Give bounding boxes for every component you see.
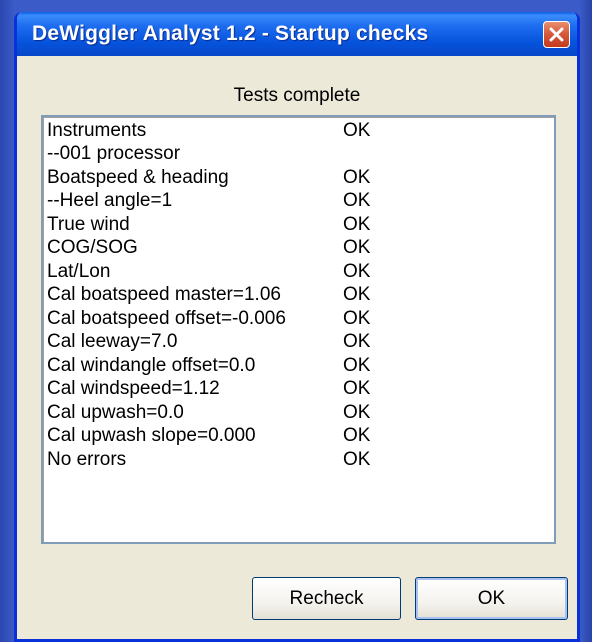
check-status: OK bbox=[343, 261, 371, 282]
check-status: OK bbox=[343, 331, 371, 352]
check-name: True wind bbox=[47, 214, 130, 235]
check-name: Instruments bbox=[47, 120, 147, 141]
check-status: OK bbox=[343, 120, 371, 141]
check-status: OK bbox=[343, 190, 371, 211]
check-name: Boatspeed & heading bbox=[47, 167, 229, 188]
startup-checks-dialog: DeWiggler Analyst 1.2 - Startup checks T… bbox=[14, 12, 580, 642]
close-icon bbox=[549, 27, 564, 42]
check-status: OK bbox=[343, 237, 371, 258]
check-status: OK bbox=[343, 355, 371, 376]
check-name: Cal windangle offset=0.0 bbox=[47, 355, 256, 376]
recheck-button[interactable]: Recheck bbox=[252, 577, 401, 620]
results-listbox[interactable]: Instruments OK --001 processor Boatspeed … bbox=[41, 115, 556, 544]
check-name: Cal windspeed=1.12 bbox=[47, 378, 220, 399]
check-status: OK bbox=[343, 378, 371, 399]
desktop-background-right bbox=[580, 0, 592, 642]
window-title: DeWiggler Analyst 1.2 - Startup checks bbox=[32, 22, 429, 45]
check-name: --Heel angle=1 bbox=[47, 190, 173, 211]
check-status: OK bbox=[343, 167, 371, 188]
dialog-client-area: Tests complete Instruments OK --001 proce… bbox=[17, 56, 577, 639]
check-name: Lat/Lon bbox=[47, 261, 111, 282]
close-button[interactable] bbox=[543, 21, 570, 48]
check-status: OK bbox=[343, 425, 371, 446]
check-name: Cal boatspeed master=1.06 bbox=[47, 284, 281, 305]
check-name: No errors bbox=[47, 449, 127, 470]
check-status: OK bbox=[343, 402, 371, 423]
check-name: Cal upwash=0.0 bbox=[47, 402, 184, 423]
title-bar[interactable]: DeWiggler Analyst 1.2 - Startup checks bbox=[17, 12, 577, 56]
check-status: OK bbox=[343, 214, 371, 235]
ok-button[interactable]: OK bbox=[415, 577, 568, 620]
check-name: Cal leeway=7.0 bbox=[47, 331, 178, 352]
check-status: OK bbox=[343, 284, 371, 305]
check-name: --001 processor bbox=[47, 143, 181, 164]
check-name: Cal boatspeed offset=-0.006 bbox=[47, 308, 286, 329]
check-status: OK bbox=[343, 308, 371, 329]
check-status: OK bbox=[343, 449, 371, 470]
check-name: COG/SOG bbox=[47, 237, 138, 258]
desktop-background-left bbox=[0, 0, 14, 642]
check-name: Cal upwash slope=0.000 bbox=[47, 425, 256, 446]
tests-status-label: Tests complete bbox=[233, 85, 361, 106]
